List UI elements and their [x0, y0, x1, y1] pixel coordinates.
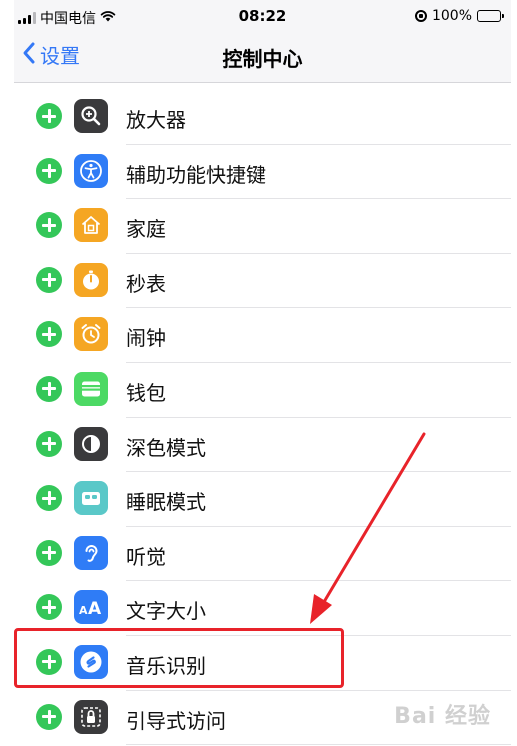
- control-row: 闹钟: [14, 308, 511, 363]
- control-label: 家庭: [126, 217, 166, 242]
- control-row: 秒表: [14, 254, 511, 309]
- control-row: 深色模式: [14, 418, 511, 473]
- control-row: 家庭: [14, 199, 511, 254]
- control-row: 听觉: [14, 527, 511, 582]
- text-size-icon: AA: [74, 590, 108, 625]
- sleep-icon: [74, 481, 108, 516]
- control-label: 闹钟: [126, 326, 166, 351]
- dark-mode-icon: [74, 426, 108, 461]
- status-bar: 中国电信 08:22 100%: [14, 0, 511, 34]
- control-label: 音乐识别: [126, 653, 206, 678]
- status-right-group: 100%: [414, 8, 504, 24]
- home-icon: [74, 208, 108, 243]
- accessibility-icon: [74, 153, 108, 188]
- header: 中国电信 08:22 100% 设置 控制中心: [14, 0, 511, 83]
- add-control-button[interactable]: [36, 266, 62, 293]
- battery-percent: 100%: [431, 8, 472, 24]
- more-controls-list: 放大器辅助功能快捷键 家庭秒表闹钟钱包深色模式睡眠模式听觉 A A 文字大小音乐识别引导…: [14, 90, 511, 746]
- control-row: 音乐识别: [14, 636, 511, 691]
- add-control-button[interactable]: [36, 648, 62, 675]
- add-control-button[interactable]: [36, 594, 62, 621]
- add-control-button[interactable]: [36, 430, 62, 457]
- add-control-button[interactable]: [36, 539, 62, 566]
- page-title: 控制中心: [222, 47, 303, 71]
- control-row: 辅助功能快捷键: [14, 145, 511, 200]
- control-row: 钱包: [14, 363, 511, 418]
- watermark: Bai 经验: [394, 704, 491, 729]
- add-control-button[interactable]: [36, 321, 62, 348]
- battery-icon: [477, 10, 504, 22]
- shazam-icon: [74, 644, 108, 679]
- control-label: 辅助功能快捷键: [126, 162, 266, 187]
- add-control-button[interactable]: [36, 375, 62, 402]
- hearing-icon: [74, 535, 108, 570]
- control-row: 放大器: [14, 90, 511, 145]
- add-control-button[interactable]: [36, 103, 62, 129]
- control-label: 钱包: [126, 380, 166, 405]
- control-label: 秒表: [126, 271, 166, 296]
- guided-access-icon: [74, 699, 108, 734]
- navigation-bar: 设置 控制中心: [14, 34, 511, 78]
- add-control-button[interactable]: [36, 212, 62, 239]
- wallet-icon: [74, 371, 108, 406]
- control-row: 睡眠模式: [14, 472, 511, 527]
- control-label: 睡眠模式: [126, 490, 206, 515]
- control-row: A A 文字大小: [14, 581, 511, 636]
- screen: 中国电信 08:22 100% 设置 控制中心 放大器 辅助功能快捷键 家庭 秒…: [14, 0, 511, 746]
- orientation-lock-icon: [414, 10, 427, 22]
- svg-text:A: A: [88, 599, 102, 618]
- add-control-button[interactable]: [36, 157, 62, 184]
- control-label: 文字大小: [126, 599, 206, 624]
- control-label: 深色模式: [126, 435, 206, 460]
- alarm-icon: [74, 317, 108, 352]
- stopwatch-icon: [74, 262, 108, 297]
- control-label: 引导式访问: [126, 708, 226, 733]
- magnifier-icon: [74, 99, 108, 133]
- row-separator: [126, 744, 511, 746]
- add-control-button[interactable]: [36, 703, 62, 730]
- control-label: 放大器: [126, 108, 186, 132]
- svg-text:A: A: [79, 604, 88, 617]
- control-label: 听觉: [126, 544, 166, 569]
- add-control-button[interactable]: [36, 485, 62, 512]
